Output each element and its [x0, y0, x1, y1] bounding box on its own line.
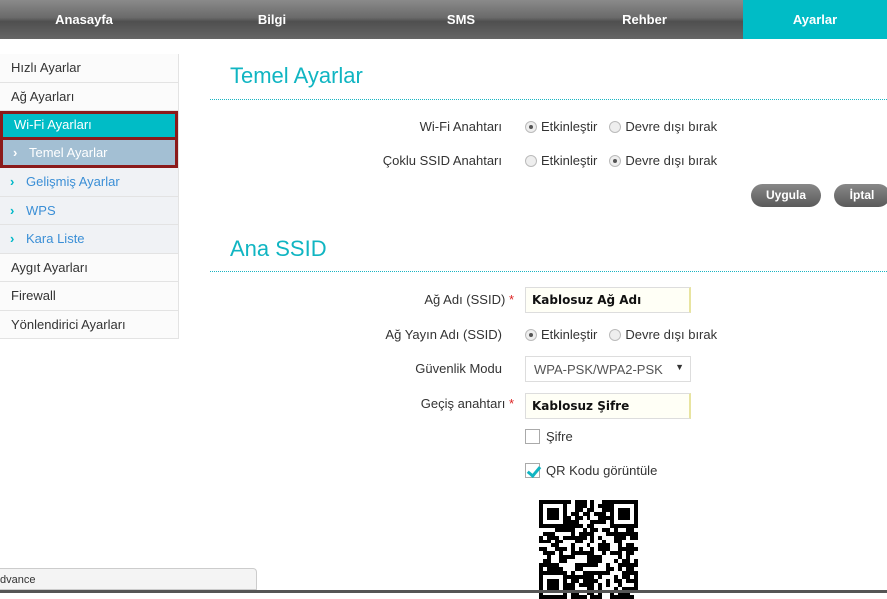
select-value: WPA-PSK/WPA2-PSK [534, 362, 663, 377]
sidebar-item-wps[interactable]: WPS [0, 196, 178, 225]
radio-label: Etkinleştir [541, 119, 598, 134]
multi-ssid-disable-radio[interactable] [609, 154, 622, 167]
ssid-name-label: Ağ Adı (SSID) * [424, 292, 514, 307]
show-password-checkbox[interactable]: Şifre [525, 429, 573, 444]
cancel-button[interactable]: İptal [834, 184, 887, 207]
multi-ssid-enable-radio[interactable] [525, 154, 537, 167]
tab-anasayfa[interactable]: Anasayfa [0, 0, 168, 39]
sidebar-item-router-settings[interactable]: Yönlendirici Ayarları [0, 310, 178, 339]
chevron-down-icon: ▼ [675, 362, 684, 372]
wifi-enable-radio[interactable] [525, 120, 537, 133]
ssid-broadcast-radios: Etkinleştir Devre dışı bırak [525, 327, 725, 342]
checkbox-box[interactable] [525, 429, 540, 444]
section-title-basic: Temel Ayarlar [230, 63, 363, 88]
passphrase-label: Geçiş anahtarı * [421, 396, 514, 411]
status-bar: dvance [0, 568, 257, 590]
qr-code-image [539, 500, 638, 599]
tab-sms[interactable]: SMS [376, 0, 546, 39]
divider [210, 271, 887, 272]
label-text: Ağ Adı (SSID) [424, 292, 506, 307]
required-mark: * [508, 292, 514, 307]
broadcast-disable-radio[interactable] [609, 328, 622, 341]
multi-ssid-label: Çoklu SSID Anahtarı [382, 153, 502, 168]
wifi-switch-radios: Etkinleştir Devre dışı bırak [525, 119, 725, 134]
sidebar-item-blacklist[interactable]: Kara Liste [0, 225, 178, 254]
divider [210, 99, 887, 100]
wifi-disable-radio[interactable] [609, 120, 622, 133]
tab-bilgi[interactable]: Bilgi [168, 0, 376, 39]
show-qr-checkbox[interactable]: QR Kodu görüntüle [525, 463, 657, 478]
label-text: Geçiş anahtarı [420, 396, 506, 411]
sidebar-item-network-settings[interactable]: Ağ Ayarları [0, 82, 178, 111]
required-mark: * [508, 396, 514, 411]
tab-rehber[interactable]: Rehber [546, 0, 743, 39]
multi-ssid-radios: Etkinleştir Devre dışı bırak [525, 153, 725, 168]
ssid-broadcast-label: Ağ Yayın Adı (SSID) [385, 327, 502, 342]
security-mode-select[interactable]: WPA-PSK/WPA2-PSK ▼ [525, 356, 691, 382]
sidebar: Hızlı Ayarlar Ağ Ayarları Wi-Fi Ayarları… [0, 54, 179, 339]
radio-label: Devre dışı bırak [625, 327, 718, 342]
sidebar-item-basic-settings[interactable]: Temel Ayarlar [0, 139, 178, 168]
ssid-name-input[interactable]: Kablosuz Ağ Adı [525, 287, 691, 313]
passphrase-input[interactable]: Kablosuz Şifre [525, 393, 691, 419]
sidebar-item-wifi-settings[interactable]: Wi-Fi Ayarları [0, 111, 178, 140]
radio-label: Etkinleştir [541, 327, 598, 342]
top-nav: Anasayfa Bilgi SMS Rehber Ayarlar [0, 0, 887, 39]
sidebar-item-advanced-settings[interactable]: Gelişmiş Ayarlar [0, 168, 178, 197]
checkbox-label: Şifre [546, 429, 573, 444]
tab-ayarlar[interactable]: Ayarlar [743, 0, 887, 39]
sidebar-item-device-settings[interactable]: Aygıt Ayarları [0, 253, 178, 282]
radio-label: Devre dışı bırak [625, 119, 718, 134]
section-title-ssid: Ana SSID [230, 236, 327, 261]
radio-label: Etkinleştir [541, 153, 598, 168]
sidebar-item-quick-settings[interactable]: Hızlı Ayarlar [0, 54, 178, 83]
security-mode-label: Güvenlik Modu [415, 361, 502, 376]
broadcast-enable-radio[interactable] [525, 328, 537, 341]
radio-label: Devre dışı bırak [625, 153, 718, 168]
wifi-switch-label: Wi-Fi Anahtarı [419, 119, 502, 134]
checkbox-box[interactable] [525, 463, 540, 478]
apply-button[interactable]: Uygula [751, 184, 821, 207]
checkbox-label: QR Kodu görüntüle [546, 463, 658, 478]
sidebar-item-firewall[interactable]: Firewall [0, 282, 178, 311]
